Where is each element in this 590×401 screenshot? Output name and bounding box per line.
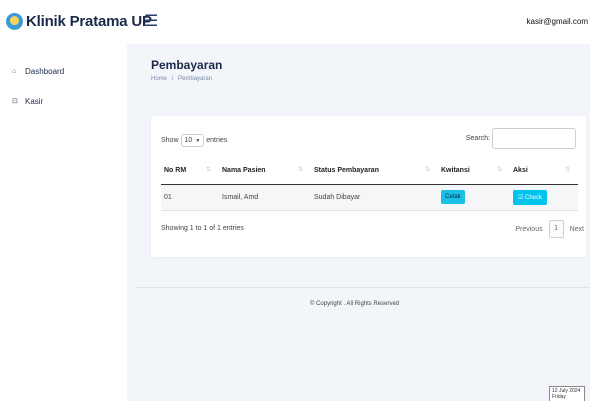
search-input[interactable] bbox=[492, 128, 576, 149]
entries-label: entries bbox=[206, 137, 228, 144]
check-icon: ☑ bbox=[518, 194, 526, 201]
sidebar-item-dashboard[interactable]: ⌂ Dashboard bbox=[0, 64, 64, 78]
user-menu[interactable]: kasir@gmail.com bbox=[527, 17, 588, 26]
copyright-text: © Copyright . All Rights Reserved bbox=[310, 301, 400, 307]
sidebar-item-label: Kasir bbox=[25, 96, 44, 106]
sort-icon: ⇅ bbox=[424, 167, 430, 173]
clinic-logo-icon bbox=[6, 13, 23, 30]
brand[interactable]: Klinik Pratama UP bbox=[6, 13, 152, 30]
table-row: 01 Ismail, Amd Sudah Dibayar Cetak ☑ Che… bbox=[161, 184, 578, 211]
show-label: Show bbox=[161, 137, 179, 144]
breadcrumb-home[interactable]: Home bbox=[151, 76, 167, 82]
breadcrumb-separator: / bbox=[171, 76, 174, 82]
cetak-button[interactable]: Cetak bbox=[441, 190, 465, 204]
check-button[interactable]: ☑ Check bbox=[513, 189, 548, 205]
sidebar-item-label: Dashboard bbox=[25, 66, 65, 76]
page-1-button[interactable]: 1 bbox=[548, 220, 564, 238]
cash-icon: ⊡ bbox=[12, 98, 18, 105]
column-header-aksi[interactable]: Aksi ⇅ bbox=[510, 158, 578, 185]
pagination: Previous 1 Next bbox=[515, 220, 584, 238]
search-control: Search: bbox=[466, 128, 576, 149]
sidebar-item-kasir[interactable]: ⊡ Kasir bbox=[0, 94, 43, 108]
chevron-down-icon: ▼ bbox=[195, 137, 201, 144]
cell-nama-pasien: Ismail, Amd bbox=[219, 184, 311, 211]
hamburger-icon[interactable]: ☰ bbox=[144, 11, 158, 31]
column-header-nama-pasien[interactable]: Nama Pasien ⇅ bbox=[219, 158, 311, 185]
sort-icon: ⇅ bbox=[205, 167, 211, 173]
breadcrumb: Home / Pembayaran bbox=[151, 76, 215, 82]
page-title: Pembayaran bbox=[151, 58, 223, 72]
date-widget: 12 July 2024 Friday bbox=[549, 386, 585, 401]
cell-no-rm: 01 bbox=[161, 184, 219, 211]
breadcrumb-current: Pembayaran bbox=[178, 76, 213, 82]
column-header-status[interactable]: Status Pembayaran ⇅ bbox=[311, 158, 438, 185]
payments-table: No RM ⇅ Nama Pasien ⇅ Status Pembayaran ⇅ K… bbox=[161, 158, 578, 211]
search-label: Search: bbox=[465, 135, 490, 142]
sort-icon: ⇅ bbox=[297, 167, 303, 173]
previous-page-button[interactable]: Previous bbox=[515, 226, 542, 233]
sort-icon: ⇅ bbox=[564, 167, 570, 173]
top-navbar: Klinik Pratama UP ☰ kasir@gmail.com bbox=[0, 0, 590, 44]
footer-divider bbox=[136, 287, 590, 288]
table-header-row: No RM ⇅ Nama Pasien ⇅ Status Pembayaran ⇅ K… bbox=[161, 158, 578, 185]
cell-status: Sudah Dibayar bbox=[311, 184, 438, 211]
column-header-no-rm[interactable]: No RM ⇅ bbox=[161, 158, 219, 185]
home-icon: ⌂ bbox=[12, 67, 17, 75]
table-info: Showing 1 to 1 of 1 entries bbox=[161, 225, 244, 232]
length-control: Show 10 ▼ entries bbox=[161, 134, 227, 147]
payments-card: Show 10 ▼ entries Search: No RM ⇅ Nama Pa… bbox=[151, 116, 586, 257]
next-page-button[interactable]: Next bbox=[570, 226, 584, 233]
cell-kwitansi: Cetak bbox=[438, 184, 510, 211]
clock-day: Friday bbox=[552, 394, 566, 400]
sidebar: ⌂ Dashboard ⊡ Kasir bbox=[0, 44, 127, 401]
length-value: 10 bbox=[184, 137, 193, 144]
length-select[interactable]: 10 ▼ bbox=[180, 134, 205, 147]
column-header-kwitansi[interactable]: Kwitansi ⇅ bbox=[438, 158, 510, 185]
cell-aksi: ☑ Check bbox=[510, 184, 578, 211]
brand-name: Klinik Pratama UP bbox=[26, 13, 152, 30]
sort-icon: ⇅ bbox=[496, 167, 502, 173]
